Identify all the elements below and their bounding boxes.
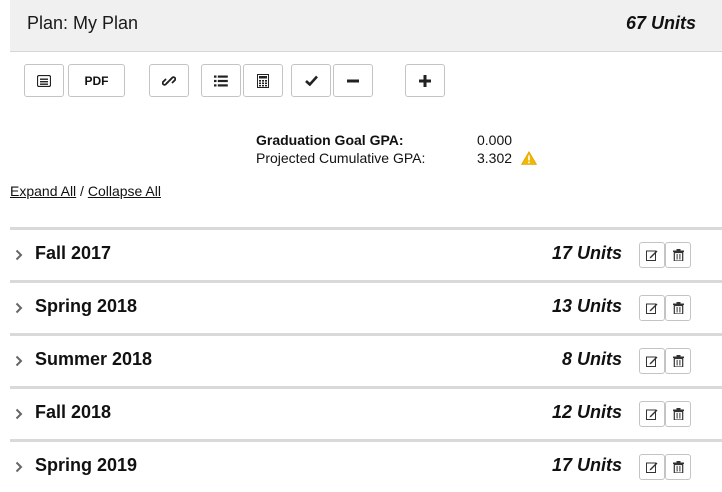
chevron-right-icon[interactable] [15, 301, 23, 319]
term-units: 17 Units [551, 243, 622, 263]
pdf-label: PDF [84, 73, 109, 88]
term-row-fall-2017[interactable]: Fall 2017 17 Units [10, 227, 722, 280]
expand-all-link[interactable]: Expand All [10, 183, 76, 199]
edit-term-button[interactable] [639, 348, 665, 374]
trash-icon [672, 461, 684, 473]
edit-term-button[interactable] [639, 295, 665, 321]
edit-icon [646, 462, 658, 473]
plan-title: Plan: My Plan [27, 13, 139, 33]
projected-gpa-row: Projected Cumulative GPA: 3.302 [256, 150, 538, 168]
edit-icon [646, 356, 658, 367]
delete-term-button[interactable] [665, 348, 691, 374]
collapse-all-link[interactable]: Collapse All [88, 183, 161, 199]
trash-icon [672, 355, 684, 367]
warning-icon[interactable] [520, 151, 538, 169]
delete-term-button[interactable] [665, 454, 691, 480]
expand-collapse-controls: Expand All / Collapse All [10, 183, 161, 199]
term-row-spring-2019[interactable]: Spring 2019 17 Units [10, 439, 722, 492]
term-row-fall-2018[interactable]: Fall 2018 12 Units [10, 386, 722, 439]
plan-total-units: 67 Units [625, 13, 696, 33]
projected-gpa-value: 3.302 [477, 150, 513, 166]
calculator-button[interactable] [243, 64, 283, 97]
term-units: 13 Units [551, 296, 622, 316]
link-icon [162, 74, 176, 88]
validate-button[interactable] [291, 64, 331, 97]
term-row-summer-2018[interactable]: Summer 2018 8 Units [10, 333, 722, 386]
minus-icon [347, 79, 359, 83]
link-separator: / [76, 183, 88, 199]
chevron-right-icon[interactable] [15, 460, 23, 478]
collapse-button[interactable] [333, 64, 373, 97]
edit-term-button[interactable] [639, 454, 665, 480]
term-units: 17 Units [551, 455, 622, 475]
plan-header: Plan: My Plan 67 Units [10, 0, 722, 52]
edit-icon [646, 409, 658, 420]
chevron-right-icon[interactable] [15, 248, 23, 266]
term-list: Fall 2017 17 Units Spring 2018 13 Units [10, 227, 722, 492]
delete-term-button[interactable] [665, 295, 691, 321]
chevron-right-icon[interactable] [15, 354, 23, 372]
term-name: Summer 2018 [35, 349, 153, 369]
checkmark-icon [304, 75, 318, 86]
plus-icon [419, 74, 431, 87]
projected-gpa-label: Projected Cumulative GPA: [256, 150, 426, 166]
edit-icon [646, 250, 658, 261]
link-button[interactable] [149, 64, 189, 97]
term-units: 12 Units [551, 402, 622, 422]
add-button[interactable] [405, 64, 445, 97]
term-units: 8 Units [561, 349, 622, 369]
term-name: Fall 2018 [35, 402, 112, 422]
list-icon [214, 75, 228, 87]
pdf-button[interactable]: PDF [68, 64, 125, 97]
graduation-goal-gpa-label: Graduation Goal GPA: [256, 132, 404, 148]
term-name: Spring 2019 [35, 455, 138, 475]
term-row-spring-2018[interactable]: Spring 2018 13 Units [10, 280, 722, 333]
trash-icon [672, 249, 684, 261]
delete-term-button[interactable] [665, 401, 691, 427]
term-name: Fall 2017 [35, 243, 112, 263]
graduation-goal-gpa-row: Graduation Goal GPA: 0.000 [256, 132, 512, 150]
trash-icon [672, 302, 684, 314]
edit-icon [646, 303, 658, 314]
edit-term-button[interactable] [639, 242, 665, 268]
delete-term-button[interactable] [665, 242, 691, 268]
trash-icon [672, 408, 684, 420]
edit-term-button[interactable] [639, 401, 665, 427]
notes-button[interactable] [24, 64, 64, 97]
notes-icon [37, 74, 51, 87]
list-view-button[interactable] [201, 64, 241, 97]
calculator-icon [257, 73, 269, 88]
chevron-right-icon[interactable] [15, 407, 23, 425]
graduation-goal-gpa-value: 0.000 [477, 132, 513, 148]
term-name: Spring 2018 [35, 296, 138, 316]
gpa-summary: Graduation Goal GPA: 0.000 Projected Cum… [256, 132, 538, 168]
